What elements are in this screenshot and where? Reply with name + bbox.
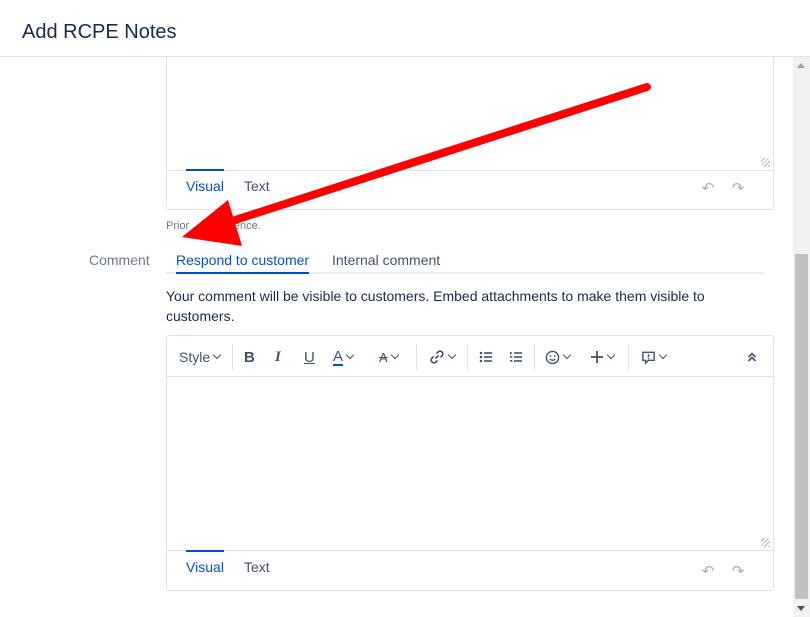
- numbered-list-icon: [510, 352, 522, 362]
- more-formatting-button[interactable]: A: [379, 344, 399, 370]
- upper-editor: Visual Text ↶ ↷: [166, 57, 774, 210]
- comment-text-area[interactable]: [167, 377, 773, 551]
- italic-button[interactable]: I: [275, 344, 281, 370]
- dialog-body: Visual Text ↶ ↷ Prior ... r reference. C…: [0, 57, 810, 617]
- comment-tabs: Respond to customer Internal comment: [166, 246, 764, 274]
- bold-button[interactable]: B: [244, 344, 255, 370]
- chevron-down-icon: [447, 350, 457, 360]
- redo-icon[interactable]: ↷: [729, 181, 747, 197]
- toolbar-divider: [534, 344, 535, 370]
- toolbar-divider: [628, 344, 629, 370]
- text-color-button[interactable]: A: [333, 344, 355, 370]
- tab-text[interactable]: Text: [244, 550, 270, 590]
- toolbar-divider: [232, 344, 233, 370]
- resize-grip-icon[interactable]: [761, 538, 770, 547]
- italic-icon: I: [275, 348, 281, 365]
- comment-editor-mode-tabs: Visual Text ↶ ↷: [167, 550, 773, 590]
- comment-editor: Style B I U A A Visual Text ↶ ↷: [166, 335, 774, 591]
- visibility-note: Your comment will be visible to customer…: [166, 288, 705, 324]
- more-formatting-icon: A: [379, 349, 388, 365]
- comment-label: Comment: [89, 252, 150, 268]
- editor-toolbar: Style B I U A A: [167, 336, 773, 377]
- toolbar-divider: [467, 344, 468, 370]
- scroll-up-arrow-icon[interactable]: [797, 63, 805, 68]
- resize-grip-icon[interactable]: [761, 158, 770, 167]
- vertical-scrollbar[interactable]: [793, 57, 810, 617]
- chevron-down-icon: [606, 350, 616, 360]
- undo-icon[interactable]: ↶: [699, 564, 717, 580]
- redo-icon[interactable]: ↷: [729, 564, 747, 580]
- upper-editor-text-area[interactable]: [167, 57, 773, 171]
- scroll-down-arrow-icon[interactable]: [797, 606, 805, 611]
- bullet-list-button[interactable]: [479, 344, 493, 370]
- bold-icon: B: [244, 348, 255, 366]
- link-icon: [430, 350, 444, 364]
- link-button[interactable]: [429, 344, 457, 370]
- scrollbar-thumb[interactable]: [795, 254, 808, 599]
- helper-text: Prior ... r reference.: [166, 220, 261, 232]
- undo-icon[interactable]: ↶: [699, 181, 717, 197]
- numbered-list-button[interactable]: [509, 344, 523, 370]
- toolbar-divider: [416, 344, 417, 370]
- chevron-down-icon: [390, 350, 399, 360]
- chevron-down-icon: [212, 350, 222, 360]
- tab-text[interactable]: Text: [244, 169, 270, 209]
- dialog-header: Add RCPE Notes: [0, 0, 810, 57]
- upper-editor-mode-tabs: Visual Text ↶ ↷: [167, 169, 773, 209]
- tab-internal-comment[interactable]: Internal comment: [332, 246, 440, 274]
- bullet-list-icon: [479, 351, 492, 363]
- tab-visual[interactable]: Visual: [186, 169, 224, 209]
- plus-icon: [591, 351, 603, 363]
- text-color-icon: A: [333, 347, 344, 366]
- chevron-down-icon: [562, 350, 572, 360]
- emoji-icon: [545, 350, 560, 364]
- chevron-down-icon: [658, 350, 668, 360]
- collapse-toolbar-button[interactable]: [746, 344, 758, 370]
- emoji-button[interactable]: [545, 344, 572, 370]
- chevron-down-icon: [345, 350, 355, 360]
- status-button[interactable]: [641, 344, 668, 370]
- tab-visual[interactable]: Visual: [186, 550, 224, 590]
- status-icon: [642, 351, 655, 365]
- collapse-icon: [747, 352, 757, 362]
- underline-button[interactable]: U: [304, 344, 315, 370]
- dialog-title: Add RCPE Notes: [22, 21, 177, 43]
- style-dropdown[interactable]: Style: [179, 344, 222, 370]
- insert-button[interactable]: [590, 344, 616, 370]
- tab-respond-to-customer[interactable]: Respond to customer: [176, 246, 310, 274]
- style-label: Style: [179, 349, 211, 365]
- underline-icon: U: [304, 348, 315, 366]
